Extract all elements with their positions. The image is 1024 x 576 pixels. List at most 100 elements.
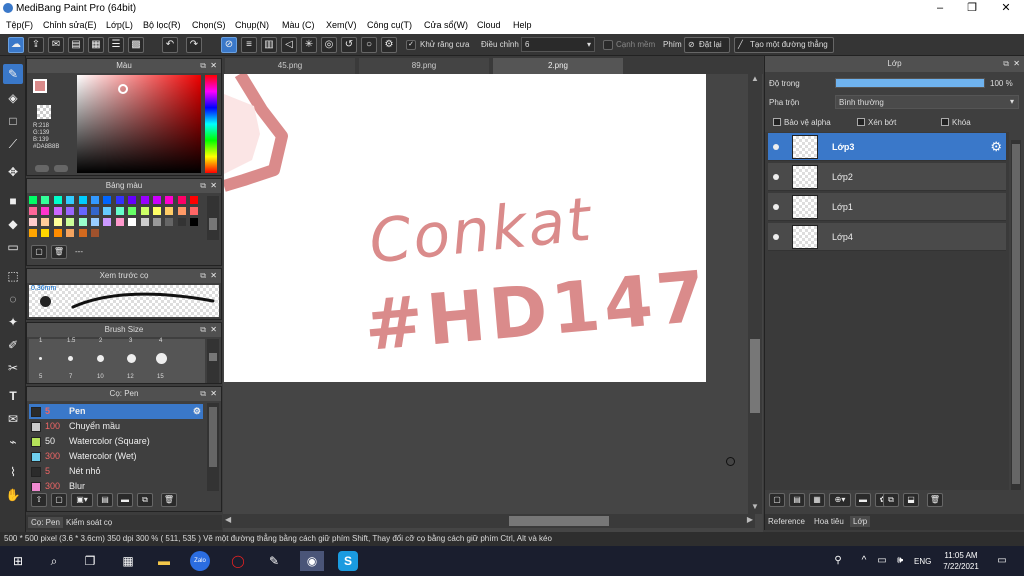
saturation-value-picker[interactable] (77, 75, 201, 173)
size-label[interactable]: 7 (69, 374, 72, 380)
layer-add-menu-icon[interactable]: ⊕▾ (829, 493, 851, 507)
menu-filter[interactable]: Bộ lọc(R) (143, 20, 181, 30)
hue-slider[interactable] (205, 75, 217, 173)
palette-swatch[interactable] (53, 218, 62, 226)
scroll-left-icon[interactable]: ◀ (225, 515, 231, 524)
brush-size-grid[interactable]: 1 1.5 2 3 4 5 7 10 12 15 (29, 338, 205, 383)
tab-45-png[interactable]: 45.png (225, 58, 355, 74)
brush-list-scrollbar[interactable] (207, 403, 219, 491)
rectangle-tool-icon[interactable]: □ (3, 111, 23, 131)
palette-swatch[interactable] (91, 207, 99, 215)
scroll-down-icon[interactable]: ▼ (749, 502, 761, 514)
cloud-icon[interactable]: ☁ (8, 37, 24, 53)
adjust-select[interactable]: 6 ▾ (521, 37, 595, 52)
palette-swatch[interactable] (78, 229, 87, 237)
palette-swatch[interactable] (103, 196, 112, 204)
close-icon[interactable]: ✕ (210, 269, 217, 283)
snap-off-icon[interactable]: ⊘ (221, 37, 237, 53)
grid-snap-icon[interactable]: ▥ (261, 37, 277, 53)
delete-palette-icon[interactable]: 🗑 (51, 245, 67, 259)
soft-edge-checkbox[interactable] (603, 40, 613, 50)
zalo-icon[interactable]: Zalo (190, 551, 210, 571)
palette-swatch[interactable] (115, 218, 124, 226)
skype-icon[interactable]: S (338, 551, 358, 571)
language-indicator[interactable]: ENG (914, 557, 931, 566)
protect-alpha-checkbox[interactable] (773, 118, 781, 126)
lock-checkbox[interactable] (941, 118, 949, 126)
palette-swatch[interactable] (66, 218, 75, 226)
size-label[interactable]: 5 (39, 374, 42, 380)
brush-item[interactable]: 300 Blur (29, 479, 203, 491)
opacity-slider[interactable] (835, 78, 985, 88)
palette-swatch[interactable] (140, 218, 149, 226)
brush-tool-icon[interactable]: ✎ (3, 64, 23, 84)
menu-color[interactable]: Màu (C) (282, 20, 315, 30)
brush-item[interactable]: 5 Nét nhỏ (29, 464, 203, 479)
layer-row-lop3[interactable]: Lớp3 ⚙ (768, 133, 1006, 161)
frame-tool-icon[interactable]: ⌁ (3, 432, 23, 452)
chrome-icon[interactable]: ◉ (300, 551, 324, 571)
tab-brush[interactable]: Cọ: Pen (28, 517, 63, 528)
page-icon[interactable]: ▦ (88, 37, 104, 53)
clock[interactable]: 11:05 AM 7/22/2021 (940, 550, 982, 572)
menu-select[interactable]: Chọn(S) (192, 20, 226, 30)
menu-capture[interactable]: Chụp(N) (235, 20, 269, 30)
palette-swatch[interactable] (91, 229, 99, 237)
text-tool-icon[interactable]: T (3, 386, 23, 406)
palette-swatch[interactable] (190, 196, 199, 204)
new-layer-icon[interactable]: ▢ (769, 493, 785, 507)
calendar-icon[interactable]: ▦ (118, 551, 138, 571)
tray-chevron-icon[interactable]: ^ (854, 551, 874, 571)
scroll-right-icon[interactable]: ▶ (747, 515, 753, 524)
visibility-icon[interactable] (773, 204, 779, 210)
visibility-icon[interactable] (773, 144, 779, 150)
horizontal-scroll-thumb[interactable] (509, 516, 609, 526)
comment-icon[interactable]: ✉ (48, 37, 64, 53)
minimize-button[interactable]: – (924, 0, 956, 17)
menu-tools[interactable]: Công cụ(T) (367, 20, 412, 30)
brush-item[interactable]: 300 Watercolor (Wet) (29, 449, 203, 464)
folder-icon[interactable]: ▬ (855, 493, 871, 507)
scroll-up-icon[interactable]: ▲ (749, 74, 761, 86)
close-button[interactable]: ✕ (990, 0, 1022, 17)
tab-brush-control[interactable]: Kiểm soát cọ (66, 518, 112, 527)
horizontal-scrollbar[interactable]: ◀ ▶ (223, 514, 755, 528)
people-icon[interactable]: ⚲ (828, 551, 848, 571)
size-dot[interactable] (39, 357, 42, 360)
dock-icon[interactable]: ⧉ (200, 387, 206, 401)
palette-swatch[interactable] (153, 218, 161, 226)
size-label[interactable]: 10 (97, 374, 104, 380)
dock-icon[interactable]: ⧉ (200, 323, 206, 337)
size-label[interactable]: 3 (129, 338, 132, 344)
grid-icon[interactable]: ▩ (128, 37, 144, 53)
menu-cloud[interactable]: Cloud (477, 20, 501, 30)
gear-icon[interactable]: ⚙ (193, 404, 201, 419)
vertical-scrollbar[interactable]: ▲ ▼ (748, 74, 762, 514)
color-swap-button[interactable] (54, 165, 68, 172)
visibility-icon[interactable] (773, 174, 779, 180)
palette-swatch[interactable] (128, 218, 137, 226)
palette-swatch[interactable] (29, 196, 37, 204)
size-dot[interactable] (127, 354, 136, 363)
foreground-color-swatch[interactable] (33, 79, 47, 93)
network-icon[interactable]: ▭ (872, 551, 892, 571)
palette-grid[interactable] (29, 196, 205, 240)
paint-icon[interactable]: ✎ (264, 551, 284, 571)
gradient-tool-icon[interactable]: ▭ (3, 237, 23, 257)
palette-swatch[interactable] (66, 196, 75, 204)
create-line-button[interactable]: ╱ Tạo một đường thẳng (734, 37, 834, 53)
palette-swatch[interactable] (190, 218, 199, 226)
gear-icon[interactable]: ⚙ (990, 139, 1002, 155)
new-palette-icon[interactable]: ▢ (31, 245, 47, 259)
palette-swatch[interactable] (91, 196, 99, 204)
redo-icon[interactable]: ↷ (186, 37, 202, 53)
merge-layer-icon[interactable]: ⬓ (903, 493, 919, 507)
palette-swatch[interactable] (29, 218, 37, 226)
size-label[interactable]: 4 (159, 338, 162, 344)
palette-swatch[interactable] (177, 218, 186, 226)
palette-swatch[interactable] (91, 218, 99, 226)
size-label[interactable]: 15 (157, 374, 164, 380)
add-brush-icon[interactable]: ⇧ (31, 493, 47, 507)
dock-icon[interactable]: ⧉ (200, 269, 206, 283)
reset-button[interactable]: ⊘ Đặt lại (684, 37, 730, 53)
